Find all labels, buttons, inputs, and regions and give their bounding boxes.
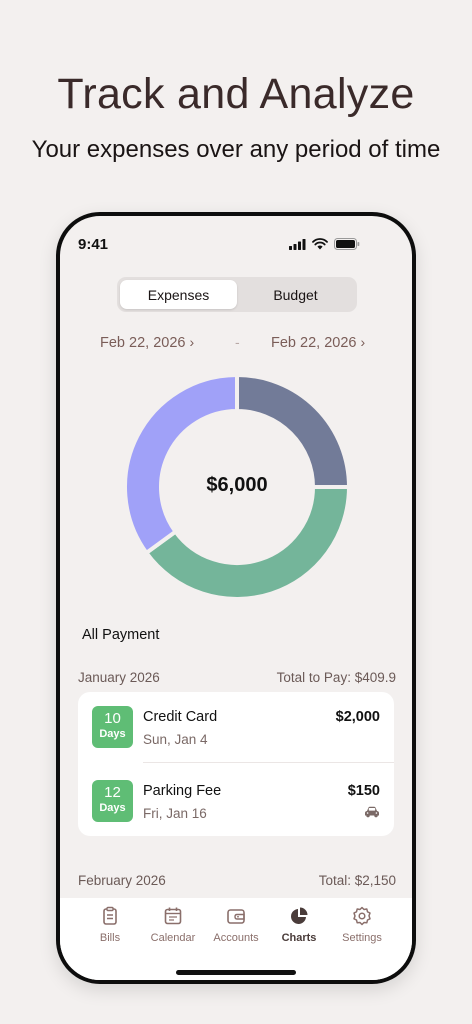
calendar-icon bbox=[164, 907, 182, 925]
battery-icon bbox=[334, 238, 360, 250]
tab-label: Settings bbox=[342, 932, 382, 944]
days-unit: Days bbox=[99, 728, 126, 740]
tab-label: Accounts bbox=[213, 932, 259, 944]
end-date-picker[interactable]: Feb 22, 2026 › bbox=[271, 334, 365, 351]
month-header-february: February 2026 Total: $2,150 bbox=[78, 873, 396, 888]
month-total: Total to Pay: $409.9 bbox=[276, 670, 396, 685]
list-item[interactable]: 10 Days Credit Card Sun, Jan 4 $2,000 bbox=[92, 706, 380, 748]
wallet-icon bbox=[227, 909, 245, 924]
payment-amount: $2,000 bbox=[335, 709, 380, 725]
start-date-picker[interactable]: Feb 22, 2026 › bbox=[100, 334, 194, 351]
tab-label: Bills bbox=[99, 932, 121, 944]
pie-chart-icon bbox=[291, 907, 308, 924]
phone-frame: 9:41 Expenses Budget Feb 22, 2026 › - Fe… bbox=[56, 212, 416, 984]
chevron-right-icon: › bbox=[360, 334, 366, 350]
payment-date: Sun, Jan 4 bbox=[143, 732, 208, 747]
tab-accounts[interactable]: Accounts bbox=[203, 906, 269, 944]
days-count: 12 bbox=[104, 784, 121, 801]
tab-settings[interactable]: Settings bbox=[329, 906, 395, 944]
tab-label: Calendar bbox=[150, 932, 196, 944]
tab-charts[interactable]: Charts bbox=[266, 906, 332, 944]
tab-bills[interactable]: Bills bbox=[77, 906, 143, 944]
gear-icon bbox=[353, 906, 371, 926]
cellular-signal-icon bbox=[289, 238, 306, 250]
promo-headline: Track and Analyze bbox=[57, 70, 415, 118]
status-time: 9:41 bbox=[78, 236, 109, 253]
chevron-right-icon: › bbox=[189, 334, 195, 350]
donut-slice-1 bbox=[235, 374, 350, 489]
divider bbox=[143, 762, 394, 763]
donut-total-label: $6,000 bbox=[206, 474, 268, 496]
payment-title: Credit Card bbox=[143, 709, 218, 725]
donut-slice-2 bbox=[143, 485, 350, 600]
donut-slice-3 bbox=[124, 374, 239, 556]
date-separator: - bbox=[235, 334, 240, 350]
month-header-january: January 2026 Total to Pay: $409.9 bbox=[78, 670, 396, 685]
month-label: January 2026 bbox=[78, 670, 160, 685]
promo-subline: Your expenses over any period of time bbox=[31, 136, 441, 163]
segment-budget[interactable]: Budget bbox=[237, 280, 354, 309]
home-indicator bbox=[176, 970, 296, 975]
end-date-label: Feb 22, 2026 bbox=[271, 335, 357, 351]
tab-calendar[interactable]: Calendar bbox=[140, 906, 206, 944]
payment-title: Parking Fee bbox=[143, 783, 222, 799]
bills-icon bbox=[103, 906, 117, 925]
days-badge: 12 Days bbox=[92, 780, 133, 822]
section-title: All Payment bbox=[82, 627, 160, 643]
status-bar: 9:41 bbox=[60, 216, 412, 266]
date-range: Feb 22, 2026 › - Feb 22, 2026 › bbox=[60, 334, 412, 356]
days-unit: Days bbox=[99, 802, 126, 814]
tab-label: Charts bbox=[281, 932, 317, 944]
month-label: February 2026 bbox=[78, 873, 166, 888]
payment-date: Fri, Jan 16 bbox=[143, 806, 207, 821]
payment-amount: $150 bbox=[347, 783, 380, 799]
expenses-budget-toggle: Expenses Budget bbox=[117, 277, 357, 312]
wifi-icon bbox=[312, 238, 328, 250]
days-badge: 10 Days bbox=[92, 706, 133, 748]
list-item[interactable]: 12 Days Parking Fee Fri, Jan 16 $150 bbox=[92, 780, 380, 822]
payment-card: 10 Days Credit Card Sun, Jan 4 $2,000 12… bbox=[78, 692, 394, 836]
start-date-label: Feb 22, 2026 bbox=[100, 335, 186, 351]
car-icon bbox=[365, 806, 379, 818]
days-count: 10 bbox=[104, 710, 121, 727]
month-total: Total: $2,150 bbox=[318, 873, 396, 888]
segment-expenses[interactable]: Expenses bbox=[120, 280, 237, 309]
